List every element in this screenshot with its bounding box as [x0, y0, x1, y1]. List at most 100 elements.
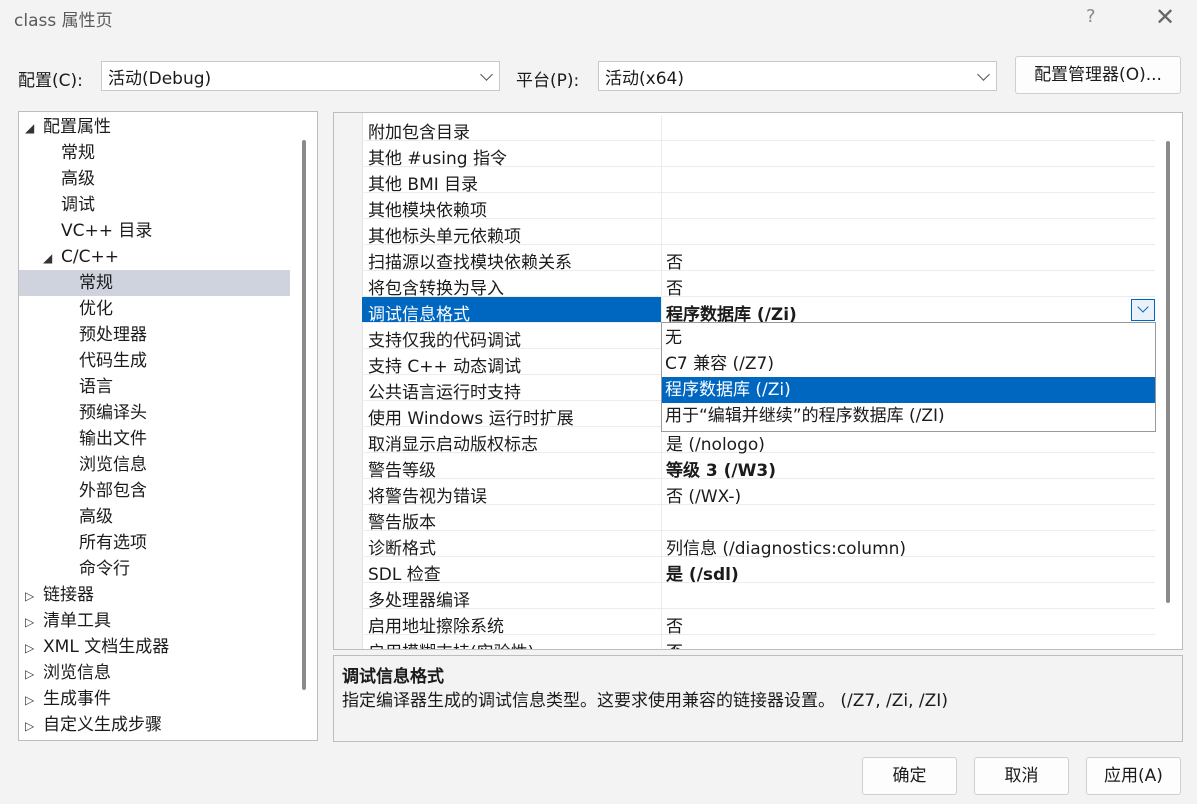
dropdown-option[interactable]: C7 兼容 (/Z7): [662, 351, 1155, 377]
property-name: 警告等级: [368, 461, 436, 481]
tree-item-collapsed-3[interactable]: ▷ 浏览信息: [19, 660, 290, 686]
tree-item-cpp-10[interactable]: 所有选项: [19, 530, 290, 556]
collapsed-arrow-icon[interactable]: ▷: [25, 687, 34, 713]
tree-item-cpp-1[interactable]: 优化: [19, 296, 290, 322]
property-grid[interactable]: 附加包含目录 其他 #using 指令 其他 BMI 目录 其他模块依赖项 其他标头单元…: [333, 112, 1183, 650]
tree-item-label: C/C++: [61, 247, 119, 267]
column-divider: [661, 271, 662, 296]
tree-item-cpp[interactable]: ◢ C/C++: [19, 244, 290, 270]
tree-item-label: 配置属性: [43, 117, 111, 137]
property-name: 公共语言运行时支持: [368, 383, 521, 403]
tree-item-cpp-0[interactable]: 常规: [19, 270, 290, 296]
dropdown-option[interactable]: 程序数据库 (/Zi): [662, 377, 1155, 403]
tree-item-general-2[interactable]: 调试: [19, 192, 290, 218]
tree-item-cpp-4[interactable]: 语言: [19, 374, 290, 400]
property-value: 是 (/sdl): [666, 565, 739, 585]
property-row[interactable]: 警告等级 等级 3 (/W3): [362, 453, 1155, 481]
property-row[interactable]: 其他标头单元依赖项: [362, 219, 1155, 247]
tree-item-general-1[interactable]: 高级: [19, 166, 290, 192]
property-row[interactable]: 将警告视为错误 否 (/WX-): [362, 479, 1155, 507]
settings-tree[interactable]: ◢ 配置属性 常规 高级 调试 VC++ 目录 ◢ C/C++ 常规 优化 预处理器 代码生成 语言 预编…: [18, 111, 318, 741]
close-icon[interactable]: ✕: [1155, 3, 1175, 31]
tree-item-collapsed-4[interactable]: ▷ 生成事件: [19, 686, 290, 712]
property-row[interactable]: 附加包含目录: [362, 115, 1155, 143]
tree-item-cpp-2[interactable]: 预处理器: [19, 322, 290, 348]
tree-item-label: 优化: [79, 299, 113, 319]
column-divider: [661, 167, 662, 192]
dropdown-option[interactable]: 用于“编辑并继续”的程序数据库 (/ZI): [662, 403, 1155, 429]
chevron-down-icon: [1137, 301, 1149, 313]
property-row[interactable]: 调试信息格式 程序数据库 (/Zi): [362, 297, 1155, 325]
tree-item-collapsed-0[interactable]: ▷ 链接器: [19, 582, 290, 608]
tree-item-label: 链接器: [43, 585, 94, 605]
expanded-arrow-icon[interactable]: ◢: [25, 115, 34, 141]
tree-item-config-properties[interactable]: ◢ 配置属性: [19, 114, 290, 140]
tree-item-general-0[interactable]: 常规: [19, 140, 290, 166]
property-row[interactable]: 警告版本: [362, 505, 1155, 533]
column-divider: [661, 245, 662, 270]
apply-button[interactable]: 应用(A): [1086, 757, 1181, 795]
collapsed-arrow-icon[interactable]: ▷: [25, 635, 34, 661]
tree-item-cpp-7[interactable]: 浏览信息: [19, 452, 290, 478]
dropdown-list[interactable]: 无 C7 兼容 (/Z7) 程序数据库 (/Zi) 用于“编辑并继续”的程序数据库 (…: [661, 322, 1156, 432]
grid-scrollbar[interactable]: [1166, 141, 1170, 603]
tree-item-cpp-11[interactable]: 命令行: [19, 556, 290, 582]
chevron-down-icon: [480, 68, 493, 81]
tree-item-collapsed-5[interactable]: ▷ 自定义生成步骤: [19, 712, 290, 738]
tree-item-label: 代码生成: [79, 351, 147, 371]
config-combo[interactable]: 活动(Debug): [101, 61, 500, 91]
column-divider: [661, 479, 662, 504]
cancel-button[interactable]: 取消: [974, 757, 1069, 795]
dropdown-option[interactable]: 无: [662, 325, 1155, 351]
tree-scrollbar[interactable]: [302, 140, 306, 690]
config-manager-button[interactable]: 配置管理器(O)...: [1015, 56, 1181, 94]
tree-item-cpp-6[interactable]: 输出文件: [19, 426, 290, 452]
expanded-arrow-icon[interactable]: ◢: [43, 245, 52, 271]
property-name: 多处理器编译: [368, 591, 470, 611]
tree-item-label: 高级: [79, 507, 113, 527]
chevron-down-icon: [977, 68, 990, 81]
help-button[interactable]: ?: [1086, 6, 1096, 27]
property-name: SDL 检查: [368, 565, 441, 585]
property-row[interactable]: 多处理器编译: [362, 583, 1155, 611]
tree-item-cpp-3[interactable]: 代码生成: [19, 348, 290, 374]
tree-item-label: 预编译头: [79, 403, 147, 423]
property-row[interactable]: 其他 BMI 目录: [362, 167, 1155, 195]
tree-item-cpp-9[interactable]: 高级: [19, 504, 290, 530]
tree-item-label: 外部包含: [79, 481, 147, 501]
property-row[interactable]: 扫描源以查找模块依赖关系 否: [362, 245, 1155, 273]
column-divider: [661, 453, 662, 478]
property-name: 支持 C++ 动态调试: [368, 357, 522, 377]
property-value: 否 (/WX-): [666, 487, 742, 507]
tree-item-label: 常规: [61, 143, 95, 163]
tree-item-collapsed-2[interactable]: ▷ XML 文档生成器: [19, 634, 290, 660]
ok-button[interactable]: 确定: [862, 757, 957, 795]
collapsed-arrow-icon[interactable]: ▷: [25, 661, 34, 687]
tree-item-label: 语言: [79, 377, 113, 397]
property-value: 否: [666, 617, 683, 637]
property-name: 取消显示启动版权标志: [368, 435, 538, 455]
platform-combo[interactable]: 活动(x64): [598, 61, 997, 91]
dropdown-button[interactable]: [1131, 299, 1155, 321]
property-row[interactable]: 诊断格式 列信息 (/diagnostics:column): [362, 531, 1155, 559]
tree-item-cpp-8[interactable]: 外部包含: [19, 478, 290, 504]
property-row[interactable]: 启用模糊支持(实验性) 否: [362, 635, 1155, 649]
property-name: 使用 Windows 运行时扩展: [368, 409, 574, 429]
tree-item-label: 所有选项: [79, 533, 147, 553]
property-row[interactable]: 其他模块依赖项: [362, 193, 1155, 221]
property-row[interactable]: 启用地址擦除系统 否: [362, 609, 1155, 637]
tree-item-general-3[interactable]: VC++ 目录: [19, 218, 290, 244]
property-row[interactable]: SDL 检查 是 (/sdl): [362, 557, 1155, 585]
property-row[interactable]: 其他 #using 指令: [362, 141, 1155, 169]
tree-item-cpp-5[interactable]: 预编译头: [19, 400, 290, 426]
collapsed-arrow-icon[interactable]: ▷: [25, 583, 34, 609]
property-value: 列信息 (/diagnostics:column): [666, 539, 907, 559]
tree-item-label: 调试: [61, 195, 95, 215]
collapsed-arrow-icon[interactable]: ▷: [25, 713, 34, 739]
tree-item-label: 浏览信息: [79, 455, 147, 475]
property-name: 警告版本: [368, 513, 436, 533]
column-divider: [661, 635, 662, 649]
property-row[interactable]: 将包含转换为导入 否: [362, 271, 1155, 299]
tree-item-collapsed-1[interactable]: ▷ 清单工具: [19, 608, 290, 634]
collapsed-arrow-icon[interactable]: ▷: [25, 609, 34, 635]
